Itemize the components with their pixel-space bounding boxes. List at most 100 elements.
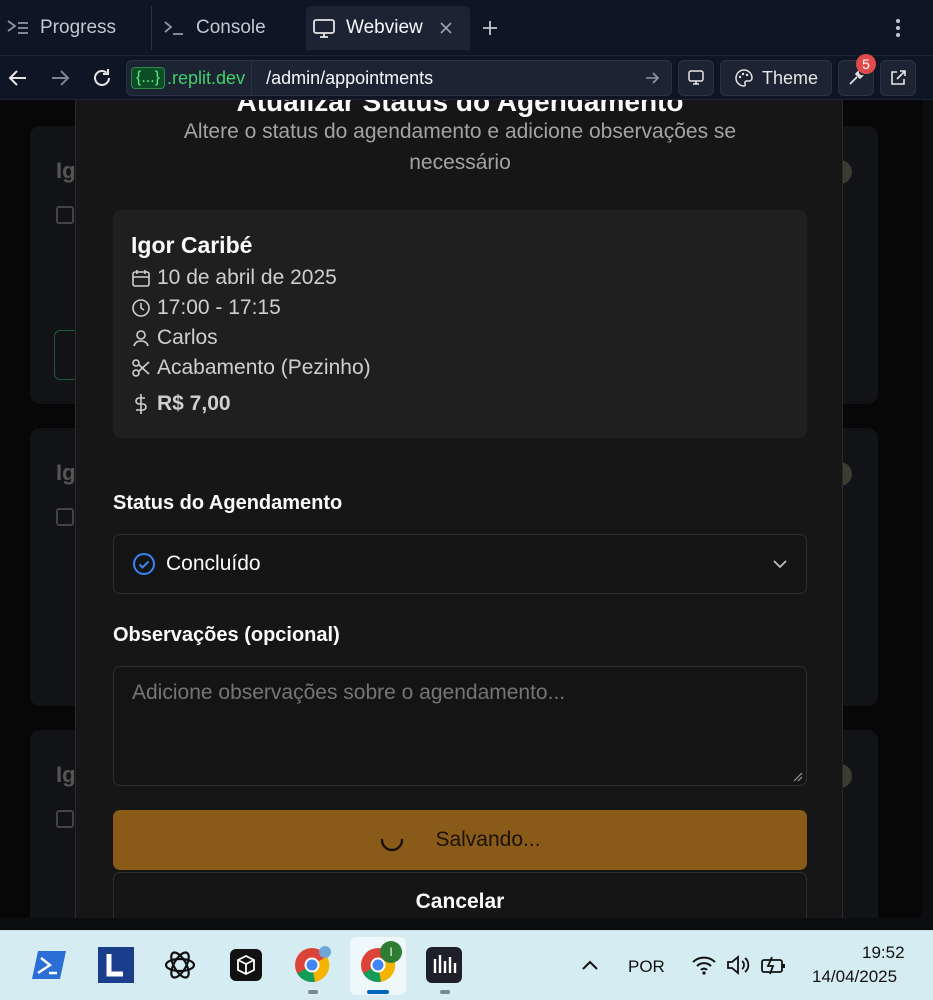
url-path[interactable]: /admin/appointments (252, 68, 635, 89)
card-client-name: Ig (56, 460, 76, 485)
dollar-icon (135, 394, 147, 414)
arrow-left-icon (8, 70, 26, 86)
chrome-icon (295, 946, 331, 982)
calendar-icon (132, 270, 150, 287)
clock-time[interactable]: 19:52 (862, 943, 905, 963)
os-taskbar: I POR 19:52 14/04/2025 (0, 930, 933, 1000)
reload-button[interactable] (86, 62, 118, 94)
clock-icon (132, 299, 150, 317)
notification-badge: 5 (856, 54, 876, 74)
powershell-app[interactable] (30, 945, 70, 985)
domain-badge: {...} (131, 67, 166, 89)
tab-label: Console (196, 17, 266, 38)
appointment-price: R$ 7,00 (131, 392, 231, 416)
back-button[interactable] (2, 62, 34, 94)
price-text: R$ 7,00 (157, 392, 231, 415)
spinner-icon (381, 838, 404, 852)
tab-label: Progress (40, 17, 117, 38)
tab-webview[interactable]: Webview (306, 6, 470, 50)
card-client-name: Ig (56, 762, 76, 787)
app-active-indicator (367, 990, 389, 994)
wifi-icon (692, 956, 716, 975)
calendar-icon (56, 508, 74, 526)
dialog-subtitle: Altere o status do agendamento e adicion… (183, 120, 737, 174)
barber-text: Carlos (157, 326, 218, 349)
powershell-icon (32, 951, 66, 979)
save-label: Salvando... (435, 828, 541, 851)
box-app[interactable] (226, 945, 266, 985)
equalizer-icon (426, 947, 462, 983)
client-name: Igor Caribé (131, 232, 253, 258)
plus-icon (483, 21, 497, 35)
progress-icon (7, 20, 28, 34)
launcher-app[interactable] (96, 945, 136, 985)
appointment-service: Acabamento (Pezinho) (131, 356, 371, 380)
close-icon[interactable] (439, 21, 453, 35)
status-select[interactable]: Concluído (113, 534, 807, 594)
date-text: 10 de abril de 2025 (157, 266, 337, 289)
service-text: Acabamento (Pezinho) (157, 356, 371, 379)
audio-app[interactable] (424, 945, 464, 985)
chrome-app[interactable] (292, 945, 332, 985)
chrome-profile-app[interactable]: I (358, 941, 402, 985)
chevron-up-icon (582, 960, 598, 970)
webview-viewport: Igo Ig Ig Atualizar Status do Agendament… (0, 100, 922, 918)
arrow-right-icon (646, 72, 660, 84)
update-status-dialog: Atualizar Status do Agendamento Altere o… (75, 100, 843, 918)
forward-button[interactable] (44, 62, 76, 94)
status-label: Status do Agendamento (113, 492, 343, 514)
go-button[interactable] (635, 71, 671, 85)
more-options-button[interactable] (882, 12, 914, 44)
scissors-icon (132, 359, 150, 377)
arrow-right-icon (52, 70, 70, 86)
cancel-button[interactable]: Cancelar (113, 872, 807, 918)
palette-icon (735, 69, 753, 87)
appointment-barber: Carlos (131, 326, 218, 350)
volume-button[interactable] (718, 945, 758, 985)
chevron-down-icon (773, 560, 787, 569)
appointment-time: 17:00 - 17:15 (131, 296, 281, 320)
status-value: Concluído (166, 552, 261, 575)
url-bar[interactable]: {...} .replit.dev /admin/appointments (126, 60, 672, 96)
save-button[interactable]: Salvando... (113, 810, 807, 870)
monitor-icon (313, 19, 335, 38)
battery-button[interactable] (754, 945, 794, 985)
app-running-indicator (308, 990, 318, 994)
theme-label: Theme (761, 67, 819, 88)
new-tab-button[interactable] (474, 12, 506, 44)
calendar-icon (56, 810, 74, 828)
theme-button[interactable]: Theme (720, 60, 832, 96)
profile-badge: I (380, 941, 402, 963)
clock-date[interactable]: 14/04/2025 (812, 967, 897, 987)
reload-icon (94, 69, 110, 86)
time-text: 17:00 - 17:15 (157, 296, 281, 319)
tab-divider (151, 6, 152, 50)
cancel-label: Cancelar (415, 890, 505, 913)
battery-charging-icon (761, 956, 785, 975)
input-language[interactable]: POR (628, 957, 665, 977)
tab-console[interactable]: Console (156, 6, 302, 50)
openai-icon (164, 951, 196, 979)
tab-progress[interactable]: Progress (0, 6, 150, 50)
monitor-icon (688, 70, 704, 85)
ide-tab-bar: Progress Console Webview (0, 0, 933, 56)
cube-icon (230, 949, 262, 981)
resize-handle-icon[interactable] (793, 772, 803, 782)
open-external-button[interactable] (880, 60, 916, 96)
device-preview-button[interactable] (678, 60, 714, 96)
user-icon (133, 330, 149, 347)
check-circle-icon (133, 553, 155, 575)
external-link-icon (891, 70, 906, 85)
appointment-summary: Igor Caribé 10 de abril de 2025 17:00 - … (113, 210, 807, 438)
console-icon (164, 21, 183, 35)
kebab-menu-icon (896, 19, 900, 37)
calendar-icon (56, 206, 74, 224)
notes-label: Observações (opcional) (113, 624, 340, 646)
speaker-icon (727, 955, 750, 975)
notes-textarea[interactable] (113, 666, 807, 786)
appointment-date: 10 de abril de 2025 (131, 266, 337, 290)
chatgpt-app[interactable] (160, 945, 200, 985)
url-domain[interactable]: {...} .replit.dev (127, 61, 253, 95)
tray-overflow-button[interactable] (570, 945, 610, 985)
app-running-indicator (440, 990, 450, 994)
